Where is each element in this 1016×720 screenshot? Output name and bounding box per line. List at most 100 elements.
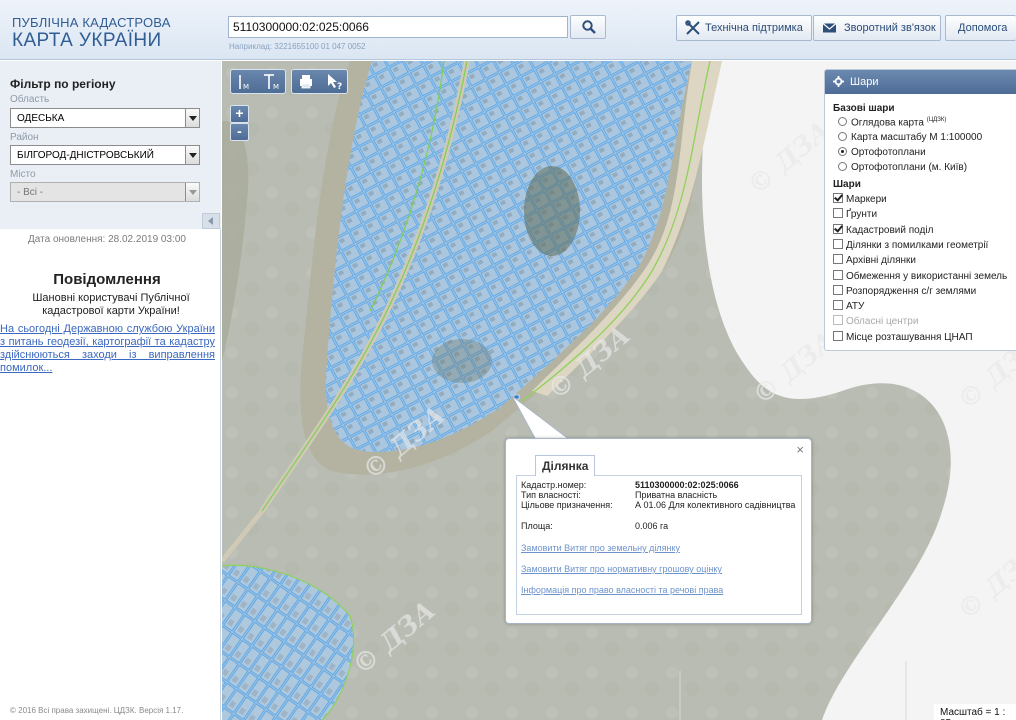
area-value: 0.006 га — [635, 521, 669, 531]
measure-area-icon[interactable]: M — [258, 70, 286, 93]
support-button[interactable]: Технічна підтримка — [676, 15, 812, 41]
checkbox-icon[interactable] — [833, 330, 843, 341]
order-extract-link[interactable]: Замовити Витяг про земельну ділянку — [521, 543, 680, 553]
overlay-layer-label: Маркери — [846, 194, 887, 205]
filter-title: Фільтр по регіону — [10, 77, 116, 91]
base-layer-label: Ортофотоплани (м. Київ) — [851, 162, 968, 173]
identify-pointer-icon[interactable]: ? — [320, 70, 348, 93]
base-layer-option[interactable]: Оглядова карта (ЦДЗК) — [838, 117, 946, 128]
feedback-label: Зворотний зв'язок — [844, 22, 936, 34]
area-label: Площа: — [521, 521, 553, 531]
copyright: © 2016 Всі права захищені. ЦДЗК. Версія … — [10, 706, 184, 715]
city-select: - Всі - — [10, 182, 200, 202]
checkbox-icon[interactable] — [833, 254, 843, 265]
overlay-layer-option[interactable]: Розпорядження с/г землями — [833, 284, 977, 297]
base-layer-option[interactable]: Ортофотоплани (м. Київ) — [838, 162, 967, 173]
base-layers-title: Базові шари — [833, 103, 895, 114]
overlay-layer-label: Обмеження у використанні земель — [846, 270, 1008, 282]
map-view[interactable]: © ДЗА © ДЗА © ДЗА © ДЗА © ДЗА © ДЗА © ДЗ… — [222, 61, 1016, 720]
checkbox-checked-icon[interactable] — [833, 193, 843, 203]
base-layer-label: Ортофотоплани — [851, 147, 926, 158]
checkbox-icon[interactable] — [833, 300, 843, 311]
site-logo[interactable]: ПУБЛІЧНА КАДАСТРОВА КАРТА УКРАЇНИ — [12, 16, 171, 50]
feedback-button[interactable]: Зворотний зв'язок — [813, 15, 941, 41]
zoom-in-button[interactable]: + — [230, 105, 249, 123]
region-label: Область — [10, 94, 50, 105]
update-date: Дата оновлення: 28.02.2019 03:00 — [28, 234, 186, 245]
checkbox-icon[interactable] — [833, 269, 843, 280]
search-input[interactable] — [228, 16, 568, 38]
radio-selected-icon[interactable] — [838, 147, 847, 156]
tools-icon — [685, 20, 700, 35]
svg-text:?: ? — [337, 82, 342, 92]
base-layer-note: (ЦДЗК) — [926, 117, 947, 123]
support-label: Технічна підтримка — [705, 22, 803, 34]
overlay-layer-label: Ґрунти — [846, 209, 878, 221]
radio-icon[interactable] — [838, 162, 847, 171]
zoom-out-button[interactable]: - — [230, 123, 249, 141]
overlay-layer-label: Архівні ділянки — [846, 255, 916, 267]
search-button[interactable] — [570, 15, 606, 39]
base-layer-label: Карта масштабу М 1:100000 — [851, 132, 983, 143]
radio-icon[interactable] — [838, 117, 847, 127]
checkbox-icon[interactable] — [833, 238, 843, 249]
checkbox-icon[interactable] — [833, 208, 843, 219]
collapse-sidebar-button[interactable] — [202, 213, 220, 229]
gear-icon — [833, 76, 844, 87]
top-header: ПУБЛІЧНА КАДАСТРОВА КАРТА УКРАЇНИ Наприк… — [0, 0, 1016, 60]
help-label: Допомога — [958, 22, 1008, 34]
measure-distance-icon[interactable]: M — [231, 70, 257, 93]
checkbox-icon[interactable] — [833, 284, 843, 295]
ownership-info-link[interactable]: Інформація про право власності та речові… — [521, 585, 723, 595]
notice-title: Повідомлення — [53, 271, 161, 288]
layers-header[interactable]: Шари — [825, 70, 1016, 94]
overlay-layer-label: Ділянки з помилками геометрії — [846, 239, 989, 251]
city-label: Місто — [10, 169, 36, 180]
mail-icon — [822, 23, 837, 33]
overlay-layer-option[interactable]: Маркери — [833, 193, 887, 205]
scale-readout: Масштаб = 1 : 85 — [934, 704, 1016, 720]
parcel-popup: × Ділянка Кадастр.номер: 5110300000:02:0… — [505, 438, 812, 624]
logo-title: КАРТА УКРАЇНИ — [12, 30, 162, 51]
checkbox-checked-icon[interactable] — [833, 223, 843, 234]
print-icon[interactable] — [293, 70, 319, 93]
order-valuation-link[interactable]: Замовити Витяг про нормативну грошову оц… — [521, 564, 722, 574]
radio-icon[interactable] — [838, 132, 847, 141]
overlay-layer-option[interactable]: Кадастровий поділ — [833, 223, 933, 236]
close-icon[interactable]: × — [796, 442, 804, 457]
overlay-layer-option: Обласні центри — [833, 315, 918, 327]
district-select[interactable]: БІЛГОРОД-ДНІСТРОВСЬКИЙ — [10, 145, 200, 165]
ownership-value: Приватна власність — [635, 490, 718, 500]
chevron-down-icon — [185, 183, 199, 201]
overlay-layer-option[interactable]: Ґрунти — [833, 208, 877, 220]
svg-text:M: M — [243, 83, 249, 91]
chevron-down-icon — [185, 146, 199, 164]
base-layer-label: Оглядова карта — [851, 117, 924, 129]
overlay-layer-label: Розпорядження с/г землями — [846, 285, 977, 297]
search-icon — [582, 20, 596, 34]
overlay-layer-option[interactable]: Архівні ділянки — [833, 254, 916, 266]
base-layer-option[interactable]: Ортофотоплани — [838, 147, 926, 158]
overlay-layer-option[interactable]: Місце розташування ЦНАП — [833, 330, 973, 343]
help-button[interactable]: Допомога — [945, 15, 1016, 41]
cadastral-number-value: 5110300000:02:025:0066 — [635, 480, 739, 490]
logo-subtitle: ПУБЛІЧНА КАДАСТРОВА — [12, 15, 171, 30]
ownership-label: Тип власності: — [521, 490, 581, 500]
layers-title: Шари — [850, 76, 879, 88]
overlay-layer-label: Обласні центри — [846, 316, 919, 328]
overlay-layer-option[interactable]: Обмеження у використанні земель — [833, 269, 1008, 282]
overlay-layer-label: Місце розташування ЦНАП — [846, 331, 973, 343]
region-value: ОДЕСЬКА — [17, 113, 65, 124]
cadastral-number-label: Кадастр.номер: — [521, 480, 587, 490]
overlay-layer-option[interactable]: АТУ — [833, 300, 864, 312]
svg-text:M: M — [273, 83, 279, 91]
purpose-label: Цільове призначення: — [521, 500, 613, 510]
purpose-value: А 01.06 Для колективного садівництва — [635, 500, 796, 510]
base-layer-option[interactable]: Карта масштабу М 1:100000 — [838, 132, 982, 143]
overlay-layer-option[interactable]: Ділянки з помилками геометрії — [833, 238, 989, 251]
layers-panel: Шари Базові шари Шари Оглядова карта (ЦД… — [824, 69, 1016, 351]
notice-link[interactable]: На сьогодні Державною службою України з … — [0, 323, 215, 375]
measure-toolbar: M M — [230, 69, 286, 94]
region-select[interactable]: ОДЕСЬКА — [10, 108, 200, 128]
popup-tab-parcel[interactable]: Ділянка — [535, 455, 596, 476]
